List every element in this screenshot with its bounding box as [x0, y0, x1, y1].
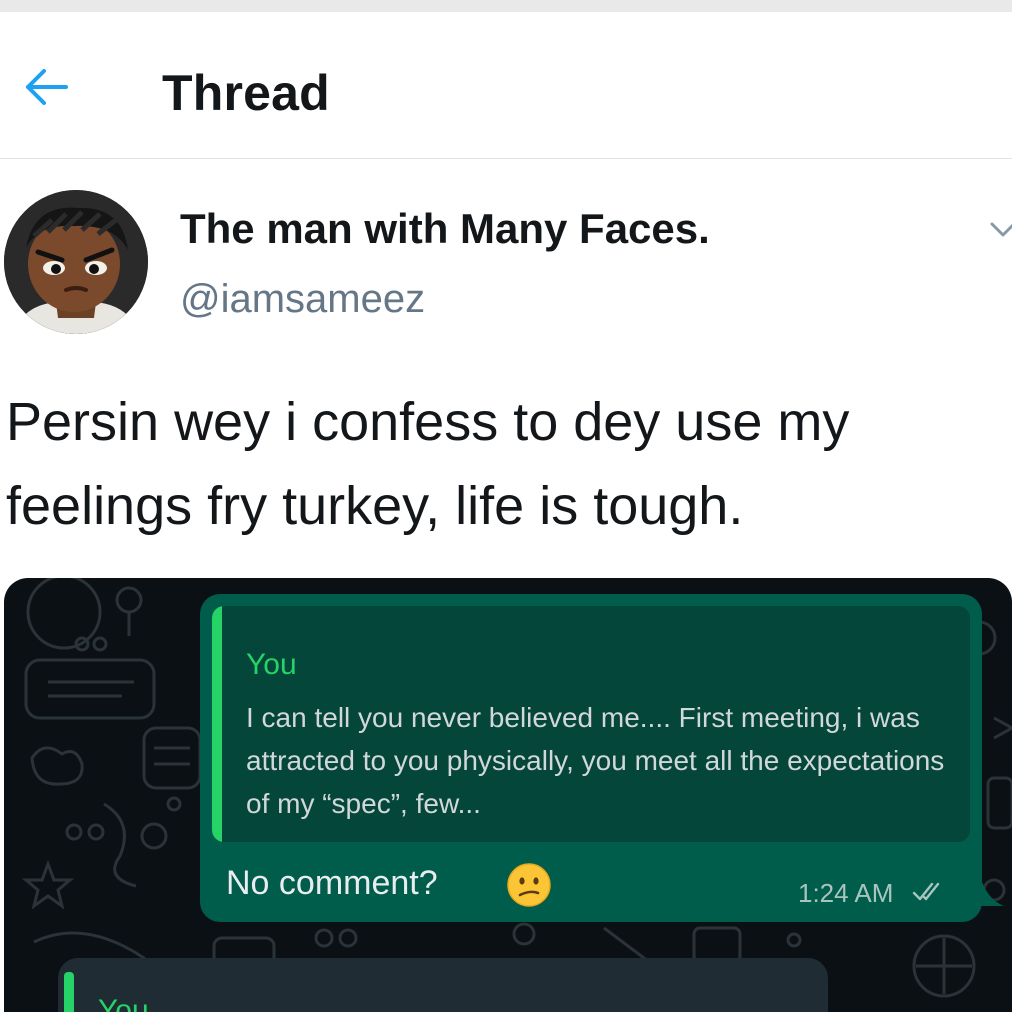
header: Thread	[0, 12, 1012, 159]
quote-author: You	[246, 648, 297, 681]
avatar[interactable]	[4, 190, 148, 334]
confused-face-emoji	[507, 863, 551, 907]
message-timestamp: 1:24 AM	[798, 878, 894, 908]
message-text: No comment?	[226, 864, 438, 902]
arrow-left-icon	[26, 69, 68, 105]
chevron-down-icon	[990, 222, 1012, 237]
tweet-media-image[interactable]: You I can tell you never believed me....…	[4, 578, 1012, 1012]
back-button[interactable]	[22, 62, 72, 112]
status-bar	[0, 0, 1012, 12]
message-bubble[interactable]: You I can tell you never believed me....…	[200, 594, 982, 922]
display-name[interactable]: The man with Many Faces.	[180, 205, 710, 253]
quote-accent-bar	[212, 606, 222, 842]
avatar-illustration	[4, 190, 148, 334]
user-handle[interactable]: @iamsameez	[180, 277, 425, 322]
quoted-message[interactable]: You I can tell you never believed me....…	[212, 606, 970, 842]
quote-author: You	[98, 994, 149, 1012]
more-options-button[interactable]	[988, 214, 1012, 244]
double-check-icon	[912, 882, 940, 901]
page-title: Thread	[162, 65, 330, 121]
quote-text: I can tell you never believed me.... Fir…	[246, 702, 945, 819]
second-message-bubble[interactable]: You	[58, 958, 828, 1012]
quote-accent-bar	[64, 972, 74, 1012]
tweet-text: Persin wey i confess to dey use my feeli…	[6, 392, 865, 536]
